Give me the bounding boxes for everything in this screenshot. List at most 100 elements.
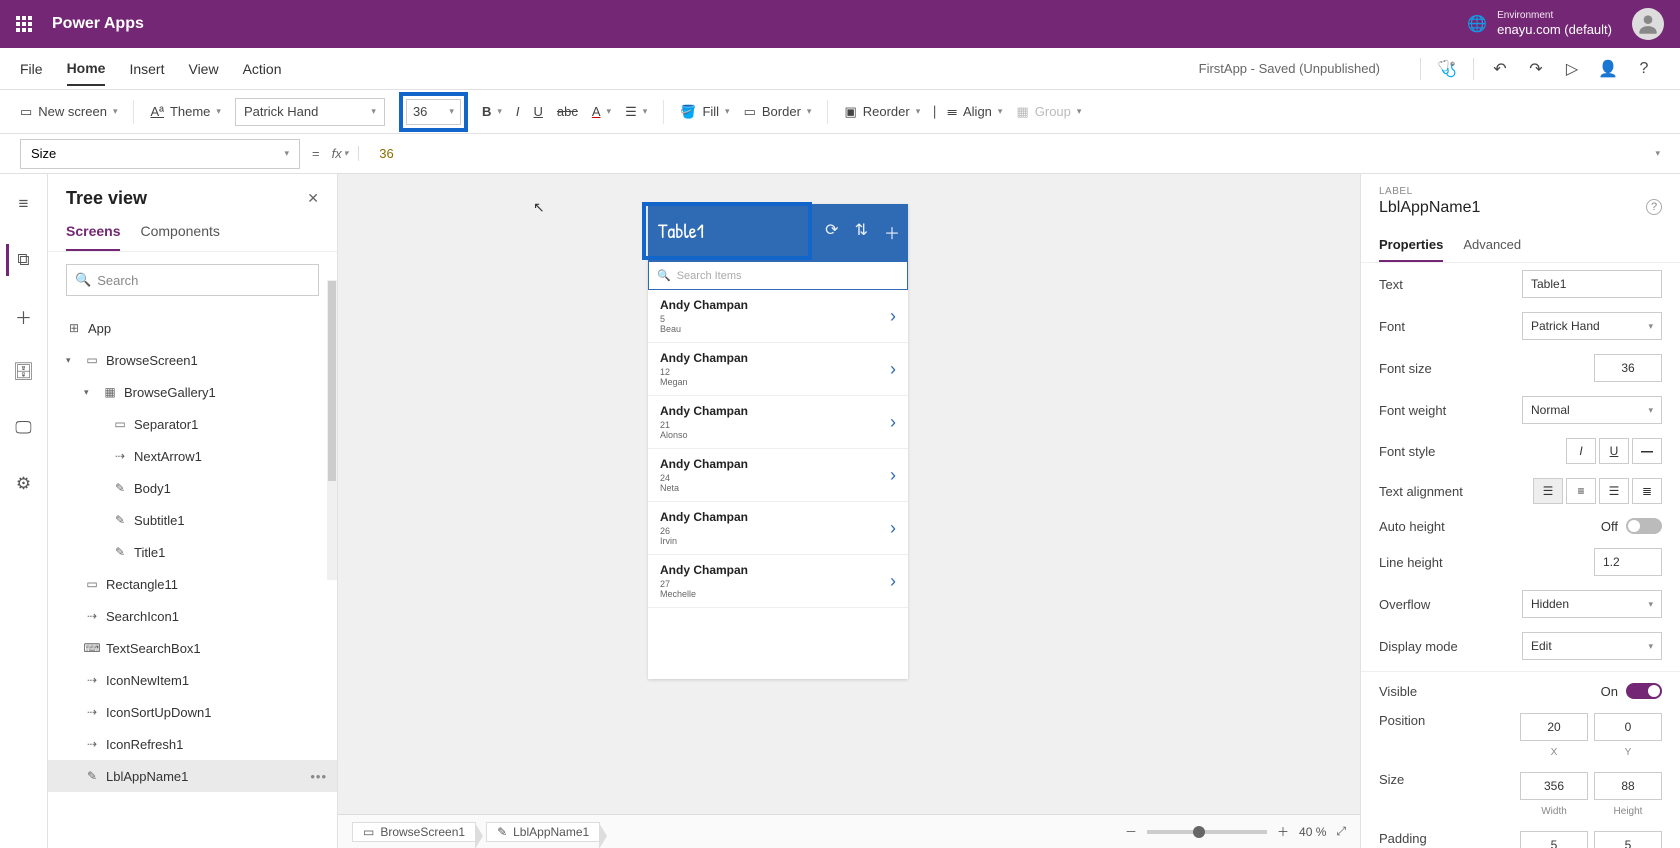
tree-node-rectangle[interactable]: ▭Rectangle11 [48, 568, 337, 600]
menu-action[interactable]: Action [243, 53, 282, 85]
prop-font-dropdown[interactable]: Patrick Hand▾ [1522, 312, 1662, 340]
border-button[interactable]: ▭ Border▾ [744, 104, 812, 120]
tree-node-lblappname[interactable]: ✎LblAppName1••• [48, 760, 337, 792]
add-icon[interactable]: ＋ [884, 220, 900, 244]
advanced-tools-icon[interactable]: ⚙ [8, 468, 40, 500]
chevron-right-icon[interactable]: › [890, 518, 896, 539]
prop-padtop-input[interactable]: 5 [1520, 831, 1588, 848]
gallery-item[interactable]: Andy Champan24Neta› [648, 449, 908, 502]
chevron-right-icon[interactable]: › [890, 306, 896, 327]
prop-text-input[interactable]: Table1 [1522, 270, 1662, 298]
autoheight-toggle[interactable] [1626, 518, 1662, 534]
lblappname-control[interactable]: Table1 [648, 208, 806, 254]
refresh-icon[interactable]: ⟳ [825, 220, 838, 244]
align-justify-button[interactable]: ≣ [1632, 478, 1662, 504]
tree-node-iconrefresh[interactable]: ⇢IconRefresh1 [48, 728, 337, 760]
chevron-right-icon[interactable]: › [890, 359, 896, 380]
waffle-icon[interactable] [16, 16, 32, 32]
prop-y-input[interactable]: 0 [1594, 713, 1662, 741]
zoom-out-icon[interactable]: － [1125, 823, 1137, 840]
close-icon[interactable]: ✕ [307, 190, 319, 207]
chevron-down-icon[interactable]: ▾ [84, 387, 96, 398]
prop-overflow-dropdown[interactable]: Hidden▾ [1522, 590, 1662, 618]
tree-node-screen[interactable]: ▾▭BrowseScreen1 [48, 344, 337, 376]
tab-screens[interactable]: Screens [66, 217, 120, 251]
align-button[interactable]: ⎸☰ Align▾ [934, 104, 1002, 120]
hamburger-icon[interactable]: ≡ [8, 188, 40, 220]
tree-node-textsearchbox[interactable]: ⌨TextSearchBox1 [48, 632, 337, 664]
menu-insert[interactable]: Insert [129, 53, 164, 85]
tree-node-searchicon[interactable]: ⇢SearchIcon1 [48, 600, 337, 632]
align-left-button[interactable]: ☰ [1533, 478, 1563, 504]
canvas-stage[interactable]: ↖ Table1 ⟳ ⇅ ＋ 🔍Search Items Andy Champa… [338, 174, 1360, 814]
chevron-down-icon[interactable]: ▾ [66, 355, 78, 366]
app-checker-icon[interactable]: 🩺 [1431, 53, 1463, 85]
menu-file[interactable]: File [20, 53, 43, 85]
property-selector[interactable]: Size▾ [20, 139, 300, 169]
zoom-slider[interactable] [1147, 830, 1267, 834]
help-icon[interactable]: ? [1628, 53, 1660, 85]
tab-properties[interactable]: Properties [1379, 231, 1443, 262]
tree-scrollbar[interactable] [327, 280, 337, 580]
more-icon[interactable]: ••• [310, 769, 327, 784]
font-color-button[interactable]: A▾ [592, 104, 611, 119]
prop-displaymode-dropdown[interactable]: Edit▾ [1522, 632, 1662, 660]
menu-home[interactable]: Home [67, 52, 106, 86]
new-screen-button[interactable]: ▭ New screen ▾ [20, 104, 117, 120]
environment-picker[interactable]: 🌐 Environment enayu.com (default) [1467, 10, 1612, 38]
zoom-in-icon[interactable]: ＋ [1277, 823, 1289, 840]
strikethrough-button[interactable]: abc [557, 104, 578, 119]
prop-fontweight-dropdown[interactable]: Normal▾ [1522, 396, 1662, 424]
data-icon[interactable]: 🗄 [8, 356, 40, 388]
play-icon[interactable]: ▷ [1556, 53, 1588, 85]
phone-preview[interactable]: Table1 ⟳ ⇅ ＋ 🔍Search Items Andy Champan5… [648, 204, 908, 679]
share-icon[interactable]: 👤 [1592, 53, 1624, 85]
tree-node-iconsort[interactable]: ⇢IconSortUpDown1 [48, 696, 337, 728]
tree-node-title[interactable]: ✎Title1 [48, 536, 337, 568]
gallery-item[interactable]: Andy Champan27Mechelle› [648, 555, 908, 608]
underline-button[interactable]: U [534, 104, 543, 119]
gallery-item[interactable]: Andy Champan5Beau› [648, 290, 908, 343]
tab-components[interactable]: Components [140, 217, 219, 251]
tree-node-iconnewitem[interactable]: ⇢IconNewItem1 [48, 664, 337, 696]
prop-height-input[interactable]: 88 [1594, 772, 1662, 800]
tab-advanced[interactable]: Advanced [1463, 231, 1521, 262]
search-items-input[interactable]: 🔍Search Items [648, 262, 908, 290]
prop-width-input[interactable]: 356 [1520, 772, 1588, 800]
fx-label[interactable]: fx▾ [332, 146, 360, 161]
breadcrumb-control[interactable]: ✎LblAppName1 [486, 822, 600, 842]
gallery-item[interactable]: Andy Champan26Irvin› [648, 502, 908, 555]
undo-icon[interactable]: ↶ [1484, 53, 1516, 85]
paragraph-align-button[interactable]: ☰▾ [625, 104, 647, 120]
prop-x-input[interactable]: 20 [1520, 713, 1588, 741]
formula-input[interactable]: 36 [371, 146, 1643, 161]
tree-node-app[interactable]: ⊞App [48, 312, 337, 344]
gallery-item[interactable]: Andy Champan12Megan› [648, 343, 908, 396]
prop-padbottom-input[interactable]: 5 [1594, 831, 1662, 848]
italic-button[interactable]: I [516, 104, 520, 119]
bold-button[interactable]: B▾ [482, 104, 502, 119]
tree-node-separator[interactable]: ▭Separator1 [48, 408, 337, 440]
formula-expand-icon[interactable]: ▾ [1655, 148, 1660, 159]
tree-search-input[interactable]: 🔍 Search [66, 264, 319, 296]
insert-icon[interactable]: ＋ [8, 300, 40, 332]
tree-view-icon[interactable]: ⧉ [6, 244, 38, 276]
breadcrumb-screen[interactable]: ▭BrowseScreen1 [352, 822, 476, 842]
user-avatar[interactable] [1632, 8, 1664, 40]
reorder-button[interactable]: ▣ Reorder▾ [844, 104, 920, 120]
style-underline-button[interactable]: U [1599, 438, 1629, 464]
style-italic-button[interactable]: I [1566, 438, 1596, 464]
help-icon[interactable]: ? [1646, 199, 1662, 215]
chevron-right-icon[interactable]: › [890, 412, 896, 433]
prop-lineheight-input[interactable]: 1.2 [1594, 548, 1662, 576]
font-size-dropdown[interactable]: 36▾ [406, 99, 461, 125]
style-strike-button[interactable]: — [1632, 438, 1662, 464]
visible-toggle[interactable] [1626, 683, 1662, 699]
theme-button[interactable]: Aª Theme ▾ [150, 104, 220, 119]
align-center-button[interactable]: ≡ [1566, 478, 1596, 504]
prop-fontsize-input[interactable]: 36 [1594, 354, 1662, 382]
fill-button[interactable]: 🪣 Fill▾ [680, 104, 729, 120]
chevron-right-icon[interactable]: › [890, 465, 896, 486]
media-icon[interactable]: 🖵 [8, 412, 40, 444]
gallery-item[interactable]: Andy Champan21Alonso› [648, 396, 908, 449]
